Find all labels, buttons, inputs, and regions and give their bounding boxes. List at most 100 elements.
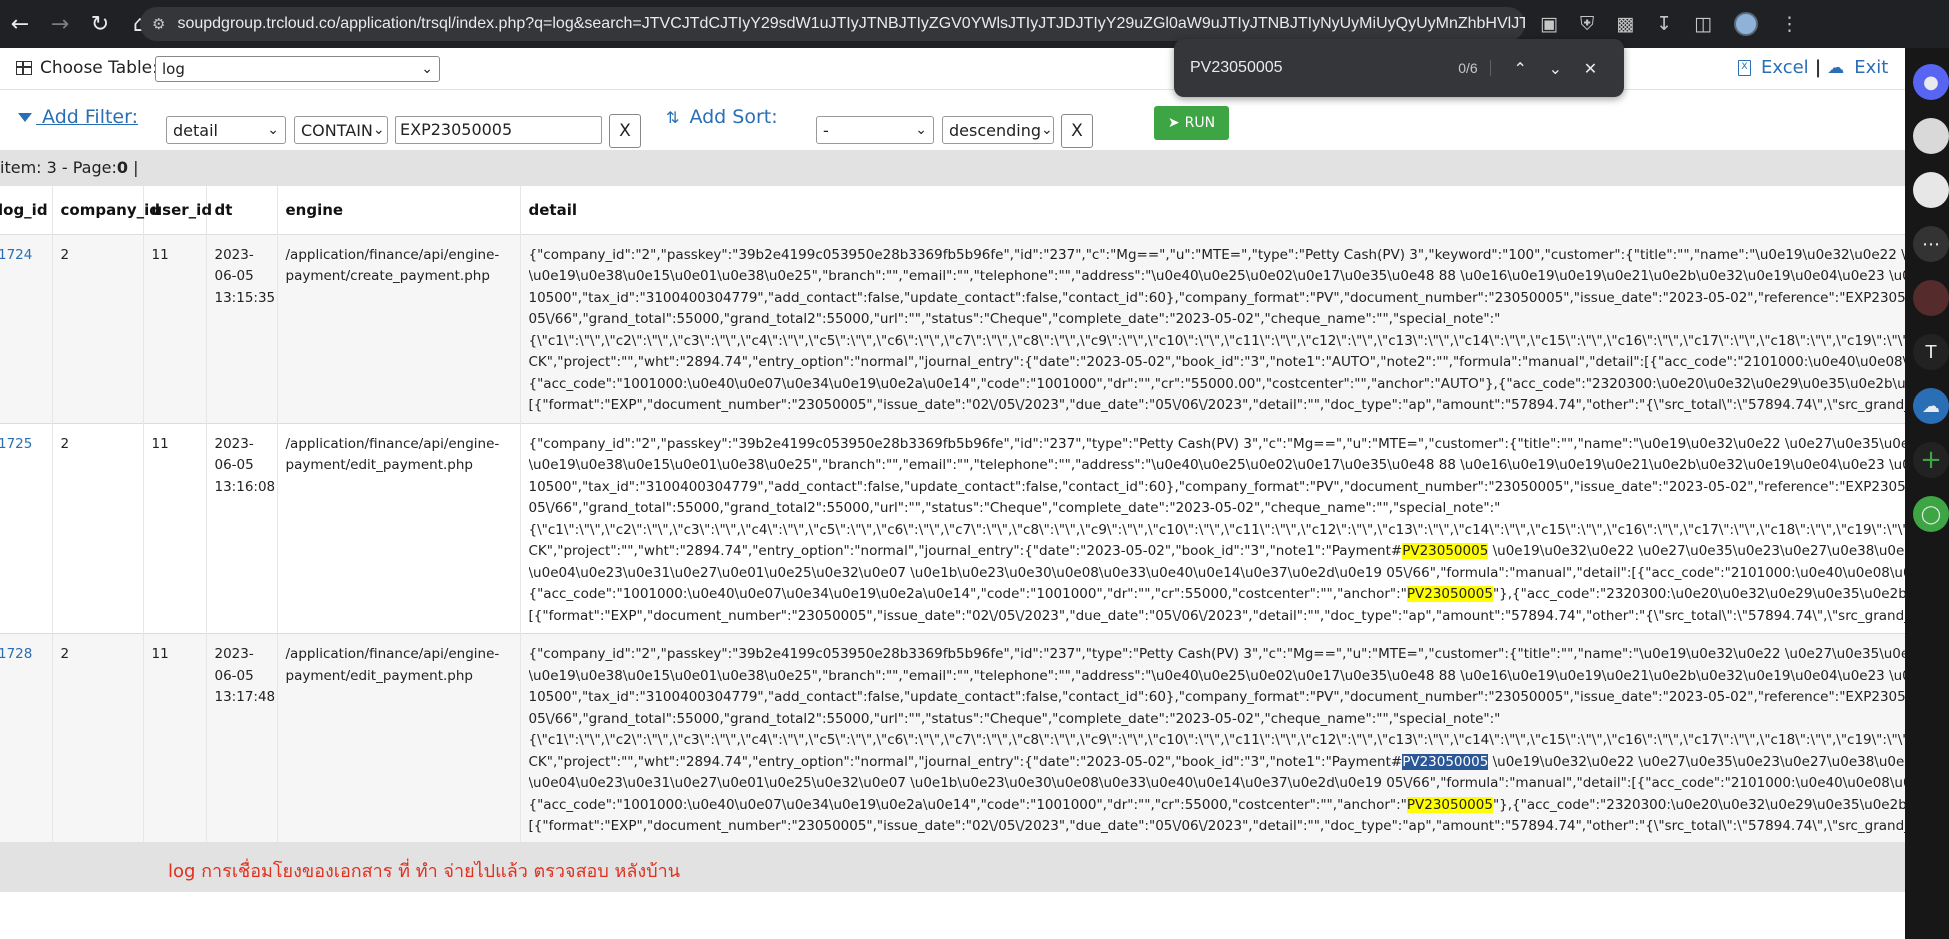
shield-icon[interactable]: ⛨ xyxy=(1580,13,1594,35)
detail-text: "},{"acc_code":"2320300:\u0e20\u0e32\u0e… xyxy=(1492,586,1905,602)
detail-line: \u0e04\u0e23\u0e31\u0e27\u0e01\u0e25\u0e… xyxy=(529,563,1906,585)
table-body: 1724 2 11 2023-06-05 13:15:35/application/f… xyxy=(0,233,1906,844)
sort-clear-button[interactable]: X xyxy=(1061,114,1093,148)
cell-dt: 2023-06-05 13:15:35 xyxy=(206,233,278,423)
site-info-icon[interactable]: ⚙ xyxy=(152,15,165,33)
cloud-app-icon[interactable]: ☁ xyxy=(1913,388,1949,424)
url-text[interactable]: soupdgroup.trcloud.co/application/trsql/… xyxy=(177,15,1525,33)
detail-line: \u0e19\u0e38\u0e15\u0e01\u0e38\u0e25","b… xyxy=(529,266,1906,288)
extensions-icon[interactable]: ▣ xyxy=(1540,13,1558,35)
status-suffix: | xyxy=(128,158,139,177)
forward-icon[interactable]: → xyxy=(40,4,80,44)
result-status: item: 3 - Page:0 | xyxy=(0,150,1905,186)
detail-text: {\"c1\":\"\",\"c2\":\"\",\"c3\":\"\",\"c… xyxy=(528,332,1906,349)
choose-table-label: Choose Table: xyxy=(16,58,158,78)
address-bar[interactable]: ⚙ soupdgroup.trcloud.co/application/trsq… xyxy=(140,7,1525,41)
detail-line: {"acc_code":"1001000:\u0e40\u0e07\u0e34\… xyxy=(528,795,1905,817)
filter-clear-button[interactable]: X xyxy=(609,114,641,148)
chevron-down-icon: ⌄ xyxy=(915,122,927,138)
detail-text: CK","project":"","wht":"2894.74","entry_… xyxy=(528,753,1403,770)
detail-text: {\"c1\":\"\",\"c2\":\"\",\"c3\":\"\",\"c… xyxy=(528,521,1906,538)
cell-detail: {"company_id":"2","passkey":"39b2e4199c0… xyxy=(520,422,1906,634)
sort-az-icon: ⇅ xyxy=(666,108,680,127)
downloads-icon[interactable]: ↧ xyxy=(1656,13,1672,35)
column-header-log-id: log_id xyxy=(0,186,53,234)
app-icon[interactable] xyxy=(1913,280,1949,316)
detail-text: \u0e19\u0e38\u0e15\u0e01\u0e38\u0e25","b… xyxy=(528,457,1906,473)
cell-user-id: 11 xyxy=(143,422,207,634)
detail-text: {"company_id":"2","passkey":"39b2e4199c0… xyxy=(528,246,1906,263)
profile-avatar[interactable] xyxy=(1734,12,1759,36)
detail-text: {"acc_code":"1001000:\u0e40\u0e07\u0e34\… xyxy=(528,375,1906,392)
detail-text: {"company_id":"2","passkey":"39b2e4199c0… xyxy=(528,435,1906,452)
app-icon[interactable]: ◯ xyxy=(1913,496,1949,532)
back-icon[interactable]: ← xyxy=(0,4,40,44)
chevron-down-icon: ⌄ xyxy=(1041,122,1053,138)
table-row: 1725 2 11 2023-06-05 13:16:08/application/f… xyxy=(0,422,1906,634)
right-dock: ● ⋯ T ☁ + ◯ xyxy=(1905,48,1949,939)
detail-line: {"acc_code":"1001000:\u0e40\u0e07\u0e34\… xyxy=(528,584,1905,606)
table-select[interactable]: log ⌄ xyxy=(155,56,440,82)
excel-link[interactable]: Excel xyxy=(1761,57,1809,78)
cell-company-id: 2 xyxy=(52,633,144,844)
sidepanel-icon[interactable]: ◫ xyxy=(1694,13,1712,35)
discord-icon[interactable]: ● xyxy=(1913,64,1949,100)
detail-line: [{"format":"EXP","document_number":"2305… xyxy=(529,395,1906,417)
chevron-down-icon: ⌄ xyxy=(421,61,433,77)
detail-text: [{"format":"EXP","document_number":"2305… xyxy=(528,397,1906,413)
detail-text: 10500","tax_id":"3100400304779","add_con… xyxy=(528,289,1906,306)
detail-text: {"acc_code":"1001000:\u0e40\u0e07\u0e34\… xyxy=(528,796,1407,813)
exit-link[interactable]: Exit xyxy=(1854,57,1888,78)
detail-text: {"acc_code":"1001000:\u0e40\u0e07\u0e34\… xyxy=(528,586,1407,602)
detail-line: {\"c1\":\"\",\"c2\":\"\",\"c3\":\"\",\"c… xyxy=(529,730,1906,752)
detail-text: \u0e19\u0e38\u0e15\u0e01\u0e38\u0e25","b… xyxy=(528,667,1906,684)
app-icon[interactable]: T xyxy=(1913,334,1949,370)
footer-band: log การเชื่อมโยงของเอกสาร ที่ ทำ จ่ายไปแ… xyxy=(0,842,1905,892)
menu-icon[interactable]: ⋮ xyxy=(1780,13,1799,35)
run-button[interactable]: ➤ RUN xyxy=(1154,106,1229,140)
cell-dt: 2023-06-05 13:17:48 xyxy=(206,633,278,844)
app-avatar-icon[interactable] xyxy=(1913,118,1949,154)
add-sort-link[interactable]: ⇅ Add Sort: xyxy=(666,106,778,128)
cell-detail: {"company_id":"2","passkey":"39b2e4199c0… xyxy=(520,233,1906,423)
sort-column-select[interactable]: - ⌄ xyxy=(816,116,934,144)
detail-text: 10500","tax_id":"3100400304779","add_con… xyxy=(528,478,1906,495)
filter-funnel-icon xyxy=(18,113,32,122)
detail-line: \u0e19\u0e38\u0e15\u0e01\u0e38\u0e25","b… xyxy=(529,455,1906,477)
find-close-icon[interactable]: ✕ xyxy=(1573,59,1608,78)
app-icon[interactable]: ⋯ xyxy=(1913,226,1949,262)
puzzle-icon[interactable]: ▩ xyxy=(1616,13,1634,35)
cell-user-id: 11 xyxy=(143,633,207,844)
find-next-icon[interactable]: ⌄ xyxy=(1538,59,1573,78)
add-icon[interactable]: + xyxy=(1913,442,1949,478)
top-right-actions: X Excel | ☁ Exit xyxy=(1738,57,1888,78)
detail-line: {"company_id":"2","passkey":"39b2e4199c0… xyxy=(529,245,1906,267)
detail-text: [{"format":"EXP","document_number":"2305… xyxy=(528,818,1906,834)
filter-condition-select[interactable]: CONTAIN ⌄ xyxy=(294,116,388,144)
detail-line: {"company_id":"2","passkey":"39b2e4199c0… xyxy=(529,434,1906,456)
detail-text: "},{"acc_code":"2320300:\u0e20\u0e32\u0e… xyxy=(1492,796,1905,813)
table-row: 1728 2 11 2023-06-05 13:17:48/application/f… xyxy=(0,633,1906,844)
find-input[interactable]: PV23050005 xyxy=(1190,59,1444,77)
app-avatar-icon[interactable] xyxy=(1913,172,1949,208)
find-prev-icon[interactable]: ⌃ xyxy=(1503,59,1538,78)
cell-log-id[interactable]: 1725 xyxy=(0,422,53,634)
add-filter-link[interactable]: Add Filter: xyxy=(18,106,138,128)
detail-line: 10500","tax_id":"3100400304779","add_con… xyxy=(529,687,1906,709)
sort-order-select[interactable]: descending ⌄ xyxy=(942,116,1054,144)
find-match-highlight: PV23050005 xyxy=(1402,543,1489,559)
detail-text: 10500","tax_id":"3100400304779","add_con… xyxy=(528,689,1906,705)
table-header-row: log_id company_id user_id dt engine detail xyxy=(0,186,1905,234)
filter-column-select[interactable]: detail ⌄ xyxy=(166,116,286,144)
table-row: 1724 2 11 2023-06-05 13:15:35/application/f… xyxy=(0,233,1906,423)
cell-log-id[interactable]: 1724 xyxy=(0,233,53,423)
filter-value-input[interactable]: EXP23050005 xyxy=(395,116,602,144)
detail-text: \u0e19\u0e38\u0e15\u0e01\u0e38\u0e25","b… xyxy=(528,268,1906,284)
cell-log-id[interactable]: 1728 xyxy=(0,633,53,844)
detail-text: 05\/66","grand_total":55000,"grand_total… xyxy=(528,500,1501,516)
detail-line: {"acc_code":"1001000:\u0e40\u0e07\u0e34\… xyxy=(529,374,1906,396)
find-match-count: 0/6 xyxy=(1444,60,1491,76)
reload-icon[interactable]: ↻ xyxy=(80,4,120,44)
detail-line: CK","project":"","wht":"2894.74","entry_… xyxy=(528,752,1905,774)
detail-text: CK","project":"","wht":"2894.74","entry_… xyxy=(528,543,1403,559)
